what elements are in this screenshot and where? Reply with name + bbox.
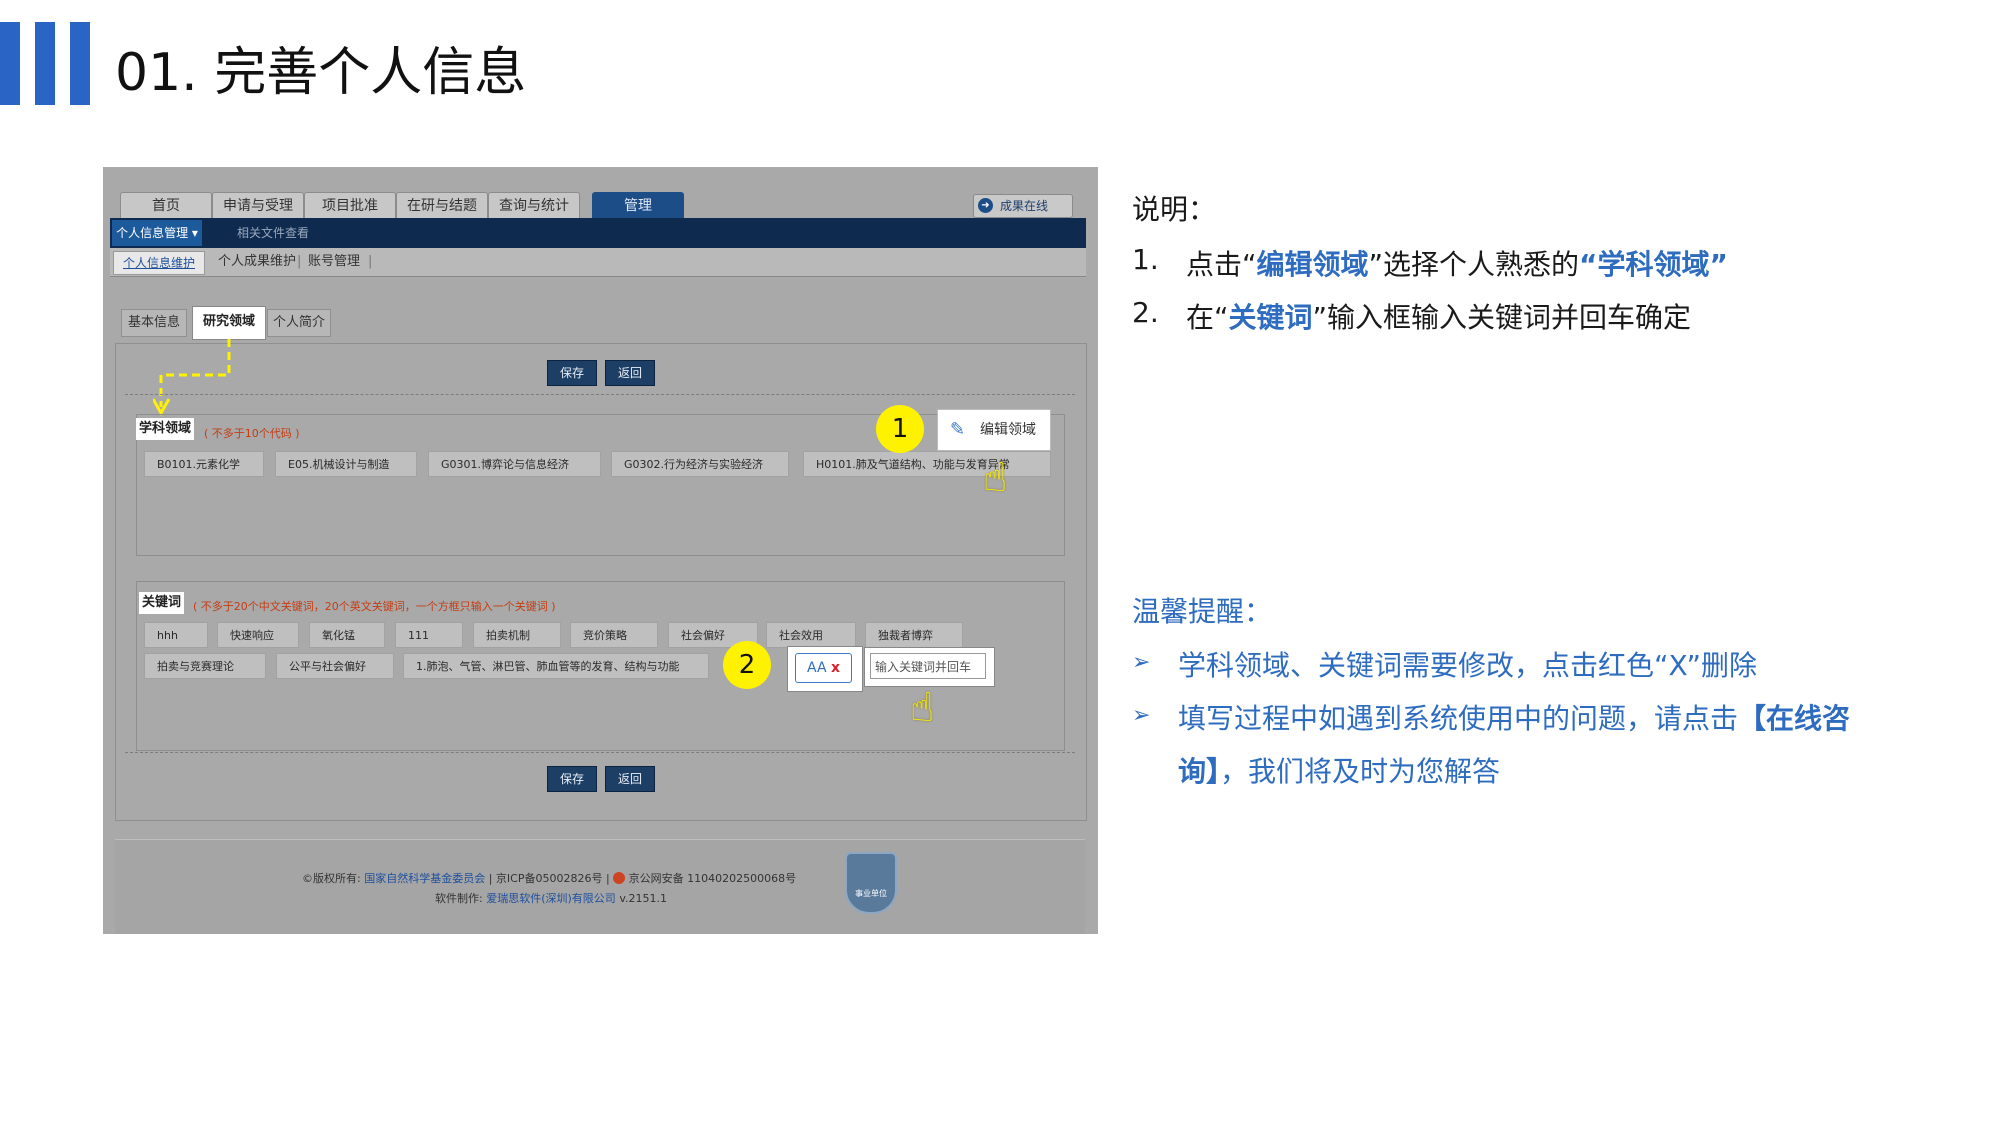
keyword-chip: 快速响应: [217, 622, 299, 648]
title-bar-2: [35, 22, 55, 105]
subject-chip: E05.机械设计与制造: [275, 451, 417, 477]
keyword-chip: 1.肺泡、气管、淋巴管、肺血管等的发育、结构与功能: [403, 653, 709, 679]
subject-note: ( 不多于10个代码 ): [204, 427, 300, 440]
tab-home[interactable]: 首页: [120, 192, 212, 219]
keyword-chip: 拍卖机制: [473, 622, 561, 648]
keyword-chip: 竞价策略: [570, 622, 658, 648]
keyword-chip: 社会效用: [766, 622, 856, 648]
tips-heading: 温馨提醒：: [1132, 595, 1273, 628]
dashed-guide-arrow: [153, 339, 231, 417]
edit-field-button[interactable]: ✎ 编辑领域: [937, 409, 1051, 451]
tab-approval[interactable]: 项目批准: [304, 192, 396, 219]
site-footer: ©版权所有: 国家自然科学基金委员会 | 京ICP备05002826号 | 京公…: [115, 839, 1085, 934]
tab-query[interactable]: 查询与统计: [488, 192, 580, 219]
subnav-personal-maintain[interactable]: 个人信息维护: [113, 251, 205, 275]
divider-top: [125, 394, 1075, 395]
footer-line-1: ©版权所有: 国家自然科学基金委员会 | 京ICP备05002826号 | 京公…: [302, 872, 797, 885]
subject-chip: G0302.行为经济与实验经济: [611, 451, 789, 477]
tab-research[interactable]: 在研与结题: [396, 192, 488, 219]
tip-1: 学科领域、关键词需要修改，点击红色“X”删除: [1178, 649, 1758, 682]
police-badge-icon: [613, 872, 626, 884]
divider-bottom: [125, 752, 1075, 753]
subject-label: 学科领域: [136, 418, 195, 440]
org-link[interactable]: 国家自然科学基金委员会: [364, 872, 485, 885]
step-1-number: 1.: [1132, 243, 1159, 276]
instructions-heading: 说明：: [1132, 193, 1217, 226]
keyword-chip: hhh: [144, 622, 208, 648]
keywords-note: ( 不多于20个中文关键词，20个英文关键词，一个方框只输入一个关键词 ): [193, 600, 556, 613]
institution-badge: 事业单位: [845, 852, 897, 914]
subnav-sep-2: |: [368, 254, 373, 269]
keyword-input[interactable]: 输入关键词并回车: [870, 653, 986, 679]
tab-manage[interactable]: 管理: [592, 192, 684, 219]
maker-link[interactable]: 爱瑞思软件(深圳)有限公司: [486, 892, 616, 905]
menu-related-files[interactable]: 相关文件查看: [237, 218, 309, 248]
menu-personal-info[interactable]: 个人信息管理 ▾: [112, 220, 202, 246]
keyword-input-wrap: 输入关键词并回车: [865, 648, 994, 686]
subject-chip: G0301.博弈论与信息经济: [428, 451, 601, 477]
tab-profile[interactable]: 个人简介: [267, 309, 331, 337]
keyword-chip: 独裁者博弈: [865, 622, 963, 648]
bullet-arrow-icon: ➢: [1132, 650, 1151, 675]
title-bar-3: [70, 22, 90, 105]
save-button-bottom[interactable]: 保存: [547, 766, 597, 792]
step-marker-1: 1: [876, 405, 924, 453]
main-nav: 个人信息管理 ▾ 相关文件查看: [110, 218, 1086, 248]
subnav-account[interactable]: 账号管理: [308, 248, 360, 276]
step-2-text: 在“关键词”输入框输入关键词并回车确定: [1186, 301, 1692, 334]
arrow-circle-icon: ➜: [978, 198, 993, 213]
subject-chip: H0101.肺及气道结构、功能与发育异常: [803, 451, 1051, 477]
step-1-text: 点击“编辑领域”选择个人熟悉的“学科领域”: [1186, 248, 1728, 281]
keywords-label: 关键词: [139, 592, 185, 614]
subnav-achievements[interactable]: 个人成果维护: [218, 248, 296, 276]
save-button-top[interactable]: 保存: [547, 360, 597, 386]
back-button-top[interactable]: 返回: [605, 360, 655, 386]
pencil-icon: ✎: [950, 419, 966, 440]
sub-nav: 个人信息维护 个人成果维护 | 账号管理 |: [110, 248, 1086, 277]
hand-pointer-icon: ☝: [910, 685, 935, 731]
keyword-chip: 公平与社会偏好: [276, 653, 394, 679]
tip-2-line-1: 填写过程中如遇到系统使用中的问题，请点击【在线咨: [1178, 702, 1851, 735]
back-button-bottom[interactable]: 返回: [605, 766, 655, 792]
bullet-arrow-icon: ➢: [1132, 703, 1151, 728]
hand-pointer-icon: ☝: [983, 455, 1008, 501]
system-screenshot: 首页 申请与受理 项目批准 在研与结题 查询与统计 管理 ➜ 成果在线 个人信息…: [103, 167, 1098, 934]
keyword-chip-example: AA x: [788, 647, 862, 691]
keyword-chip: 拍卖与竞赛理论: [144, 653, 266, 679]
tab-apply[interactable]: 申请与受理: [212, 192, 304, 219]
remove-x-icon[interactable]: x: [831, 660, 840, 676]
subnav-sep-1: |: [297, 254, 302, 269]
keyword-chip: 氧化锰: [309, 622, 385, 648]
tip-2-line-2: 询】，我们将及时为您解答: [1178, 755, 1501, 788]
tab-basic-info[interactable]: 基本信息: [121, 309, 187, 337]
step-2-number: 2.: [1132, 296, 1159, 329]
slide-title: 01. 完善个人信息: [115, 43, 527, 103]
tab-research-field[interactable]: 研究领域: [193, 307, 265, 339]
keyword-chip: 111: [395, 622, 463, 648]
results-online-button[interactable]: ➜ 成果在线: [973, 194, 1073, 218]
step-marker-2: 2: [723, 641, 771, 689]
footer-line-2: 软件制作: 爱瑞思软件(深圳)有限公司 v.2151.1: [435, 892, 667, 905]
title-bar-1: [0, 22, 20, 105]
subject-chip: B0101.元素化学: [144, 451, 264, 477]
